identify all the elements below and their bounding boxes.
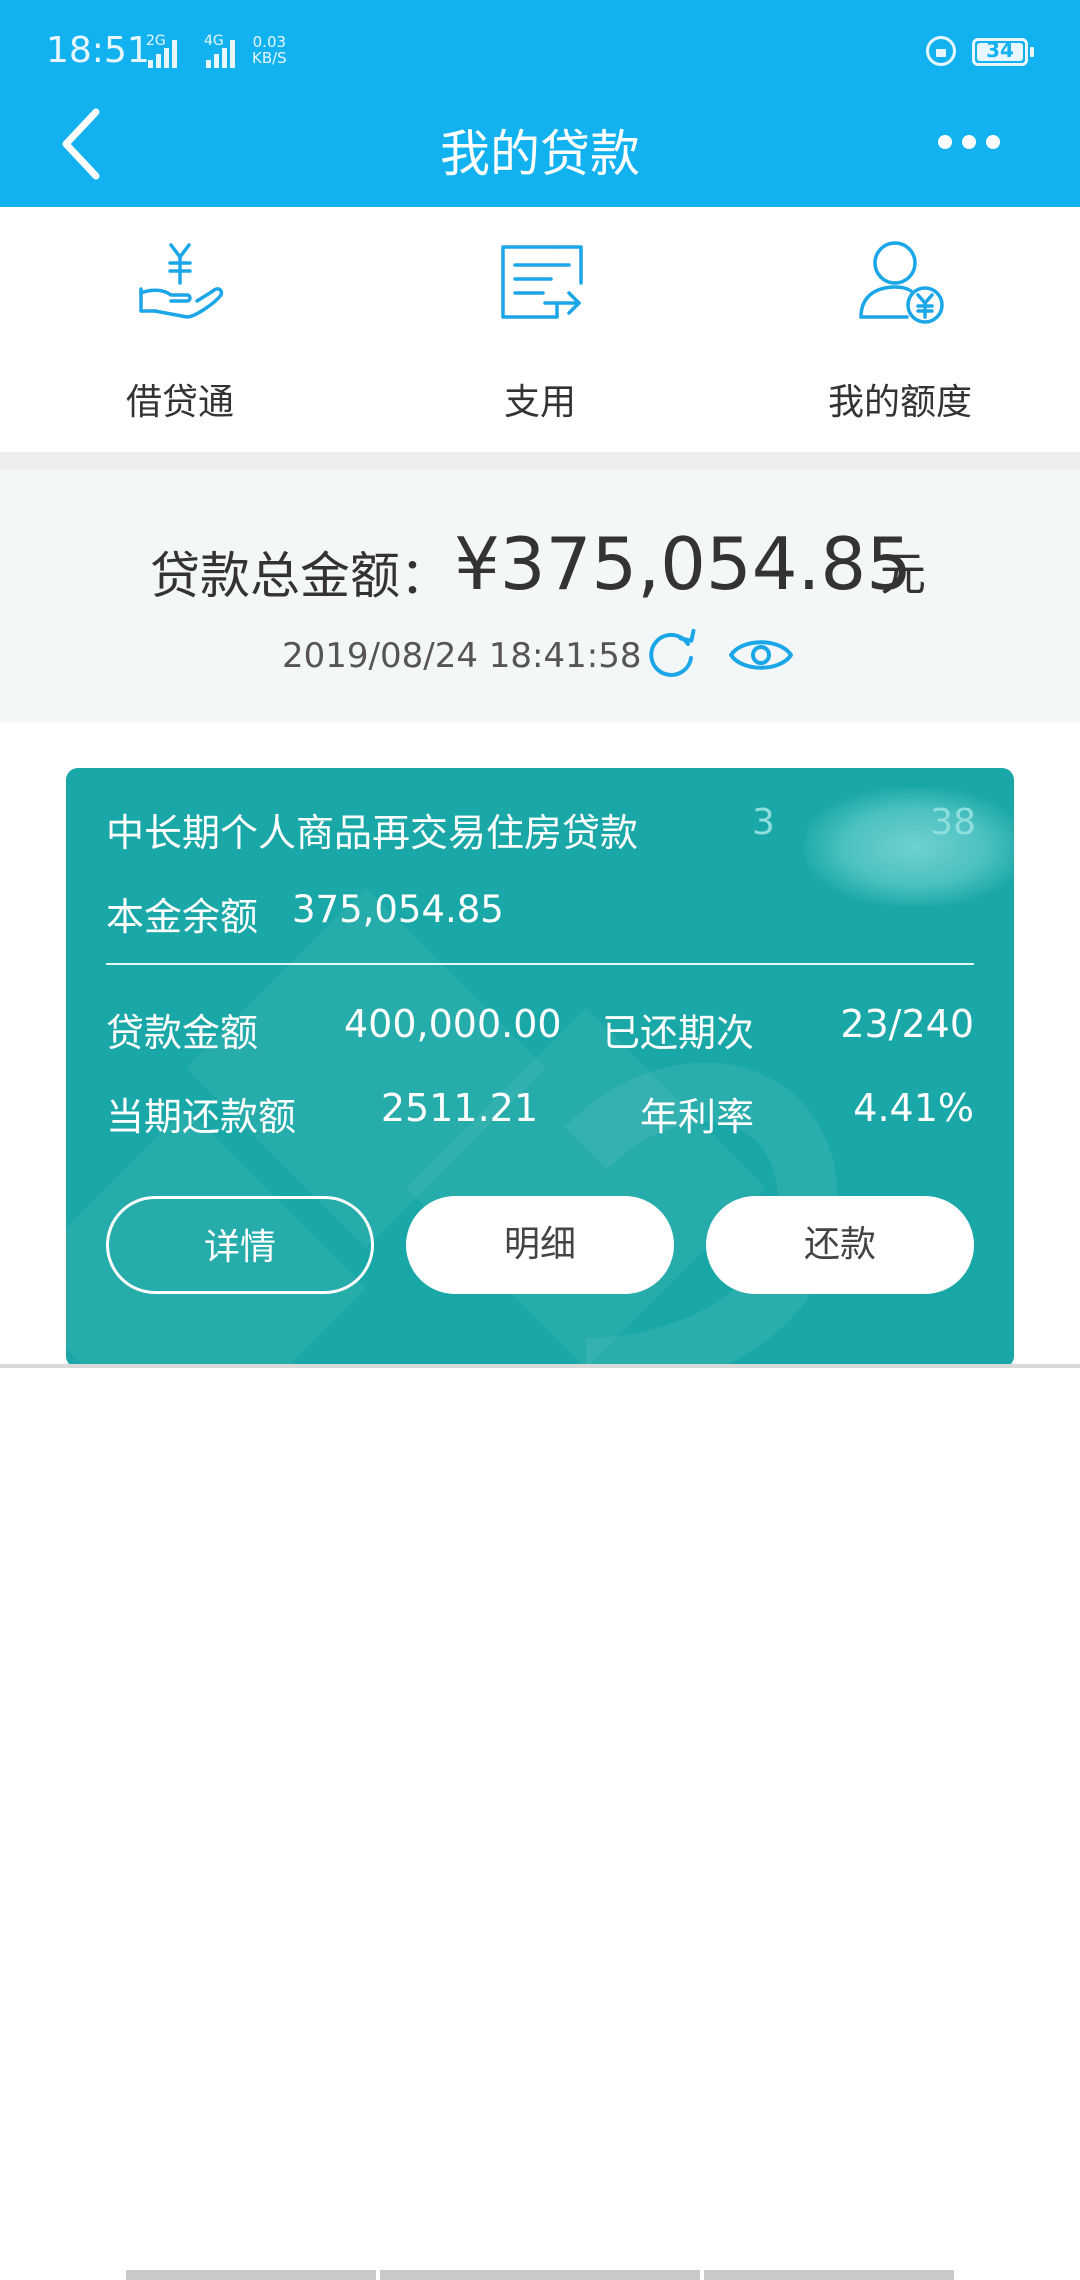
quick-action-my-credit[interactable]: 我的额度 — [720, 207, 1080, 452]
repay-button[interactable]: 还款 — [706, 1196, 974, 1294]
eye-icon[interactable] — [728, 632, 794, 678]
principal-balance-label: 本金余额 — [106, 895, 259, 939]
current-payment-label: 当期还款额 — [106, 1095, 297, 1139]
masked-account-number: 3 38 — [746, 788, 1014, 906]
network-speed: 0.03 KB/S — [252, 33, 287, 67]
principal-balance-value: 375,054.85 — [292, 888, 504, 931]
more-button[interactable] — [938, 128, 1002, 158]
annual-rate-label: 年利率 — [640, 1095, 755, 1139]
battery-icon: 34 — [972, 38, 1028, 66]
details-button[interactable]: 详情 — [106, 1196, 374, 1294]
hand-yuan-icon — [139, 243, 224, 319]
nav-gesture-bar — [704, 2270, 954, 2280]
page-title: 我的贷款 — [440, 125, 640, 183]
loan-summary: 贷款总金额： ¥375,054.85 元 2019/08/24 18:41:58 — [0, 470, 1080, 722]
content-edge-shadow — [0, 1364, 1080, 1368]
quick-action-label: 我的额度 — [827, 382, 972, 423]
rotation-lock-icon — [926, 36, 956, 66]
loan-amount-label: 贷款金额 — [106, 1011, 259, 1055]
quick-action-label: 借贷通 — [125, 382, 234, 423]
repaid-periods-value: 23/240 — [840, 1002, 974, 1046]
update-timestamp: 2019/08/24 18:41:58 — [282, 636, 642, 676]
status-time: 18:51 — [46, 30, 150, 71]
loan-product-name: 中长期个人商品再交易住房贷款 — [106, 811, 639, 855]
statement-button[interactable]: 明细 — [406, 1196, 674, 1294]
currency-unit: 元 — [880, 547, 926, 601]
current-payment-value: 2511.21 — [380, 1086, 538, 1130]
more-icon — [938, 135, 952, 149]
user-yuan-icon — [859, 241, 944, 324]
quick-action-label: 支用 — [503, 382, 576, 423]
refresh-icon[interactable] — [644, 628, 698, 682]
annual-rate-value: 4.41% — [853, 1086, 974, 1130]
card-divider — [106, 963, 974, 965]
total-loan-label: 贷款总金额： — [150, 547, 450, 605]
battery-tip — [1030, 47, 1034, 57]
header-bar: 18:51 2G 4G 0.03 KB/S 34 我的贷款 — [0, 0, 1080, 207]
quick-action-zhiyong[interactable]: 支用 — [360, 207, 720, 452]
section-divider — [0, 452, 1080, 470]
signal-icon — [148, 38, 178, 68]
document-arrow-icon — [501, 245, 583, 319]
battery-level: 34 — [986, 38, 1014, 62]
signal-icon — [206, 38, 242, 68]
nav-gesture-bar — [380, 2270, 700, 2280]
quick-action-jiedaitong[interactable]: 借贷通 — [0, 207, 360, 452]
quick-actions: 借贷通 支用 我的额度 — [0, 207, 1080, 452]
loan-amount-value: 400,000.00 — [344, 1002, 562, 1046]
repaid-periods-label: 已还期次 — [602, 1011, 755, 1055]
loan-card[interactable]: 中长期个人商品再交易住房贷款 3 38 本金余额 375,054.85 贷款金额… — [66, 768, 1014, 1368]
nav-gesture-bar — [126, 2270, 376, 2280]
total-loan-amount: ¥375,054.85 — [454, 522, 913, 606]
